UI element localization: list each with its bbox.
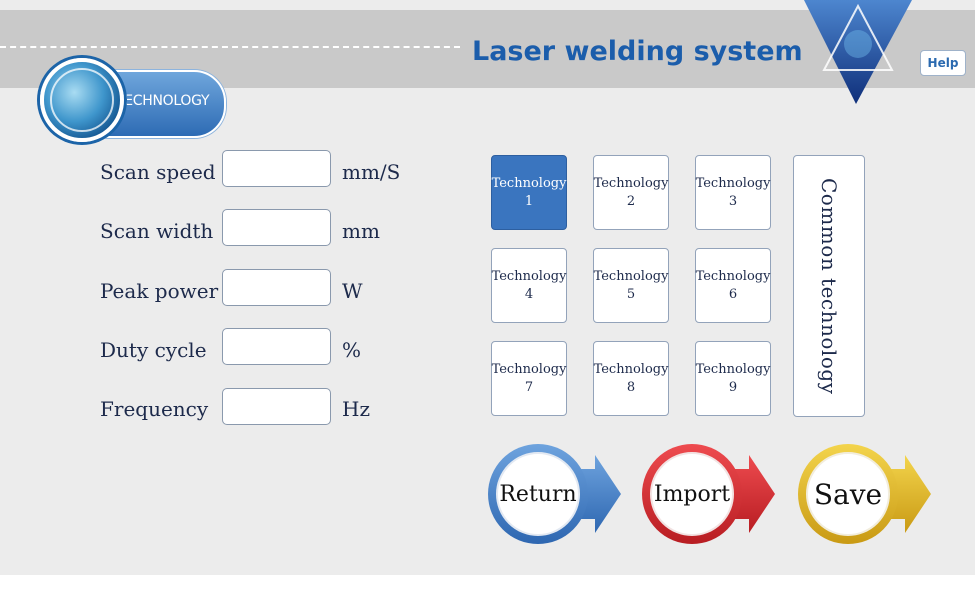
param-label-scan-speed: Scan speed: [100, 160, 216, 184]
param-label-peak-power: Peak power: [100, 279, 219, 303]
param-label-duty-cycle: Duty cycle: [100, 338, 207, 362]
technology-number: 9: [728, 379, 738, 395]
technology-badge-label: TECHNOLOGY: [116, 93, 210, 109]
return-button[interactable]: Return: [487, 443, 627, 545]
help-button[interactable]: Help: [920, 50, 966, 76]
technology-number: 1: [524, 193, 534, 209]
technology-number: 3: [728, 193, 738, 209]
param-label-scan-width: Scan width: [100, 219, 214, 243]
technology-label: Technology: [695, 361, 771, 377]
scan-speed-input[interactable]: [222, 150, 331, 187]
technology-number: 8: [626, 379, 636, 395]
technology-label: Technology: [491, 268, 567, 284]
import-label: Import: [653, 481, 731, 507]
logo-triangle-icon: [804, 0, 912, 104]
technology-label: Technology: [593, 175, 669, 191]
technology-1-button[interactable]: Technology 1: [491, 155, 567, 230]
technology-number: 2: [626, 193, 636, 209]
frequency-input[interactable]: [222, 388, 331, 425]
globe-icon: [40, 58, 124, 142]
save-button[interactable]: Save: [797, 443, 937, 545]
technology-7-button[interactable]: Technology 7: [491, 341, 567, 416]
technology-6-button[interactable]: Technology 6: [695, 248, 771, 323]
param-unit-duty-cycle: %: [342, 338, 362, 362]
technology-label: Technology: [593, 361, 669, 377]
header-dashed-line: [0, 46, 460, 48]
param-label-frequency: Frequency: [100, 397, 209, 421]
technology-8-button[interactable]: Technology 8: [593, 341, 669, 416]
technology-2-button[interactable]: Technology 2: [593, 155, 669, 230]
scan-width-input[interactable]: [222, 209, 331, 246]
technology-number: 5: [626, 286, 636, 302]
param-unit-scan-speed: mm/S: [342, 160, 401, 184]
technology-5-button[interactable]: Technology 5: [593, 248, 669, 323]
globe-ring: [50, 68, 114, 132]
param-unit-scan-width: mm: [342, 219, 380, 243]
technology-label: Technology: [695, 268, 771, 284]
peak-power-input[interactable]: [222, 269, 331, 306]
import-button[interactable]: Import: [641, 443, 781, 545]
param-unit-frequency: Hz: [342, 397, 370, 421]
common-technology-button[interactable]: Common technology: [793, 155, 865, 417]
param-unit-peak-power: W: [342, 279, 363, 303]
technology-label: Technology: [491, 175, 567, 191]
technology-label: Technology: [593, 268, 669, 284]
technology-label: Technology: [491, 361, 567, 377]
technology-4-button[interactable]: Technology 4: [491, 248, 567, 323]
screen: Laser welding system Help TECHNOLOGY Sca…: [0, 0, 975, 575]
save-label: Save: [813, 477, 883, 511]
system-title: Laser welding system: [472, 36, 803, 67]
technology-label: Technology: [695, 175, 771, 191]
return-label: Return: [499, 481, 577, 507]
common-technology-label: Common technology: [817, 177, 841, 395]
technology-9-button[interactable]: Technology 9: [695, 341, 771, 416]
technology-number: 6: [728, 286, 738, 302]
technology-number: 7: [524, 379, 534, 395]
duty-cycle-input[interactable]: [222, 328, 331, 365]
technology-3-button[interactable]: Technology 3: [695, 155, 771, 230]
technology-number: 4: [524, 286, 534, 302]
